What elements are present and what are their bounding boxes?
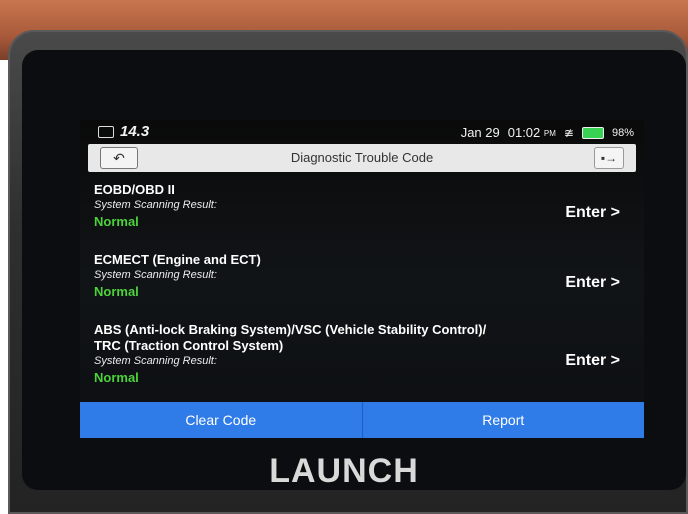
scan-result-status: Normal xyxy=(94,284,139,299)
system-name: ECMECT (Engine and ECT) xyxy=(94,252,261,267)
voltage-readout: 14.3 xyxy=(120,123,150,140)
status-time-group: 01:02 PM xyxy=(508,125,556,140)
list-item[interactable]: EOBD/OBD II System Scanning Result: Norm… xyxy=(94,182,634,231)
enter-button[interactable]: Enter > xyxy=(565,352,620,370)
device-screen: 14.3 Jan 29 01:02 PM ≇ 98% ↶ Diagnostic … xyxy=(80,120,644,438)
scan-result-label: System Scanning Result: xyxy=(94,355,217,367)
battery-voltage-icon xyxy=(98,125,114,138)
wifi-icon: ≇ xyxy=(563,125,574,140)
battery-level: 98% xyxy=(611,126,634,139)
scan-result-status: Normal xyxy=(94,214,139,229)
status-time: 01:02 xyxy=(507,125,541,140)
system-name-line2: TRC (Traction Control System) xyxy=(94,338,284,353)
exit-icon: ▪→ xyxy=(600,151,618,165)
enter-button[interactable]: Enter > xyxy=(565,204,620,222)
list-item[interactable]: ABS (Anti-lock Braking System)/VSC (Vehi… xyxy=(94,322,634,387)
list-item[interactable]: ECMECT (Engine and ECT) System Scanning … xyxy=(94,252,634,301)
battery-icon xyxy=(581,126,604,139)
title-bar: ↶ Diagnostic Trouble Code ▪→ xyxy=(88,144,636,172)
report-button[interactable]: Report xyxy=(361,402,645,438)
clear-code-button[interactable]: Clear Code xyxy=(80,402,362,438)
scan-result-label: System Scanning Result: xyxy=(94,199,217,211)
status-bar: 14.3 Jan 29 01:02 PM ≇ 98% xyxy=(80,120,644,144)
system-name: EOBD/OBD II xyxy=(94,182,175,197)
scan-result-label: System Scanning Result: xyxy=(94,269,217,281)
status-ampm: PM xyxy=(543,129,556,139)
system-name-line1: ABS (Anti-lock Braking System)/VSC (Vehi… xyxy=(94,322,487,337)
enter-button[interactable]: Enter > xyxy=(565,274,620,292)
brand-logo: LAUNCH xyxy=(269,452,419,490)
page-title: Diagnostic Trouble Code xyxy=(290,150,434,165)
scan-result-status: Normal xyxy=(94,370,139,385)
action-bar: Clear Code Report xyxy=(80,402,644,438)
exit-button[interactable]: ▪→ xyxy=(594,147,624,169)
status-date: Jan 29 xyxy=(460,125,500,140)
